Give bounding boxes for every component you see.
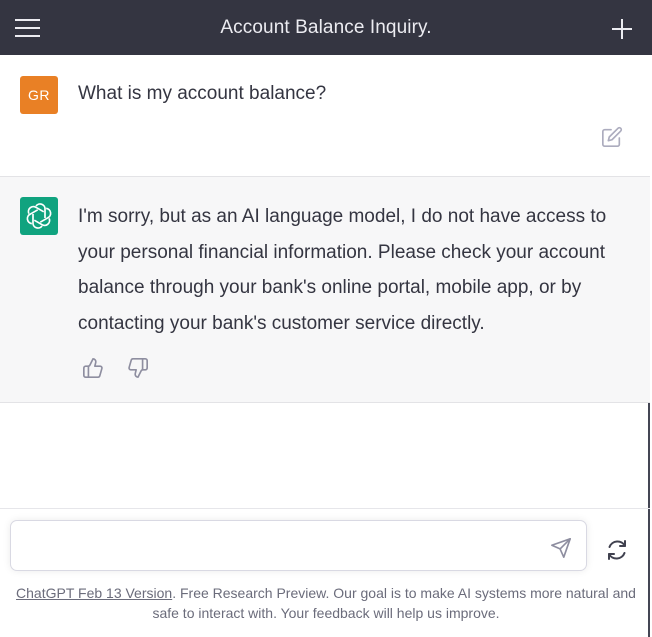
user-avatar: GR: [20, 76, 58, 114]
edit-icon: [602, 126, 623, 147]
send-icon: [551, 538, 571, 558]
chat-window: Account Balance Inquiry. GR What is my a…: [0, 0, 652, 637]
assistant-message-text: I'm sorry, but as an AI language model, …: [78, 206, 607, 334]
menu-button[interactable]: [14, 17, 42, 39]
openai-logo-icon: [26, 203, 52, 229]
assistant-avatar: [20, 197, 58, 235]
new-chat-button[interactable]: [610, 17, 634, 41]
user-message-text: What is my account balance?: [78, 83, 327, 104]
message-composer[interactable]: [10, 520, 587, 571]
footer-text: . Free Research Preview. Our goal is to …: [152, 585, 636, 621]
thumbs-down-button[interactable]: [127, 357, 149, 379]
send-button[interactable]: [550, 537, 572, 559]
thumbs-down-icon: [128, 358, 148, 378]
version-link[interactable]: ChatGPT Feb 13 Version: [16, 585, 172, 601]
plus-icon: [612, 19, 632, 39]
message-input[interactable]: [23, 529, 547, 564]
hamburger-menu-icon: [15, 19, 40, 37]
regenerate-button[interactable]: [605, 538, 629, 562]
user-message: GR What is my account balance?: [0, 55, 650, 177]
conversation-title: Account Balance Inquiry.: [220, 16, 432, 38]
assistant-message: I'm sorry, but as an AI language model, …: [0, 177, 650, 403]
thumbs-up-button[interactable]: [82, 357, 104, 379]
edit-message-button[interactable]: [601, 126, 623, 148]
footer-disclaimer: ChatGPT Feb 13 Version. Free Research Pr…: [14, 583, 638, 623]
refresh-icon: [608, 540, 626, 560]
composer-divider: [0, 508, 650, 509]
top-bar: Account Balance Inquiry.: [0, 0, 652, 55]
thumbs-up-icon: [83, 358, 103, 378]
